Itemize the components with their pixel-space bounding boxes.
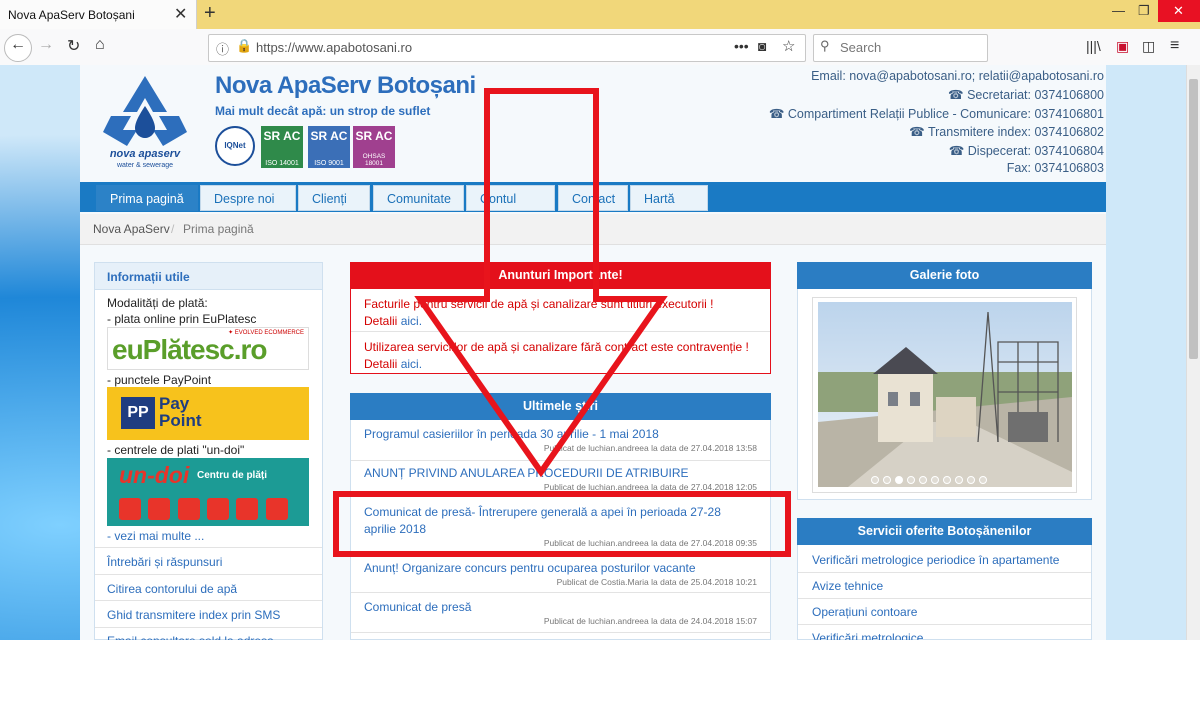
- annotation-highlight-box: [333, 491, 791, 557]
- annotation-overlay: [333, 88, 791, 557]
- annotation-arrow: [414, 88, 668, 478]
